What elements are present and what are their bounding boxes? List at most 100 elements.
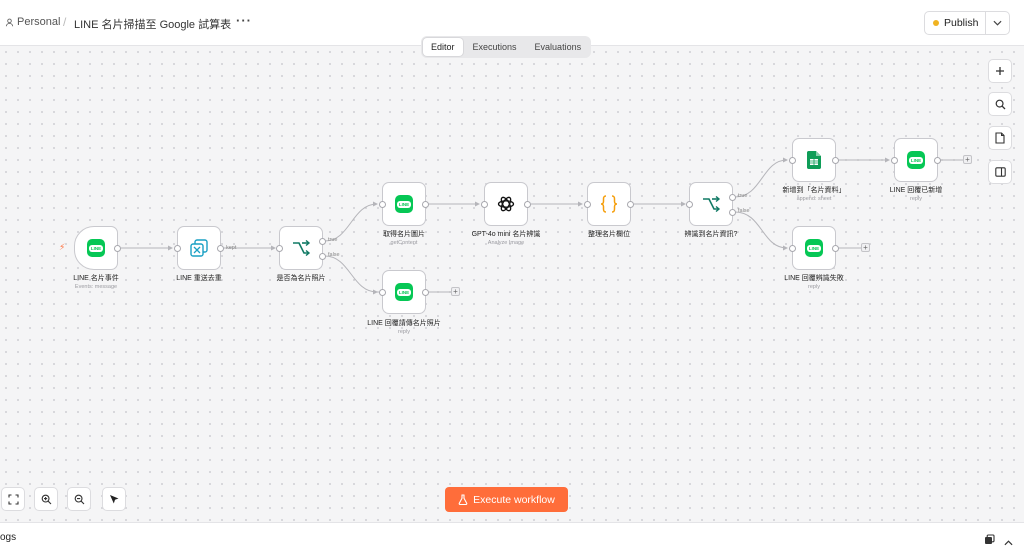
google-sheets-icon — [807, 151, 821, 169]
tidy-up-button[interactable] — [102, 487, 126, 511]
tab-executions[interactable]: Executions — [465, 38, 525, 56]
output-port[interactable] — [934, 157, 941, 164]
port-label-kept: kept — [226, 245, 237, 251]
publish-dropdown-button[interactable] — [986, 11, 1010, 35]
add-node-button[interactable]: + — [861, 243, 870, 252]
node-format[interactable] — [584, 182, 634, 226]
output-port[interactable] — [217, 245, 224, 252]
add-node-button[interactable]: + — [451, 287, 460, 296]
node-reply-failed[interactable]: LINE — [789, 226, 839, 270]
sticky-note-button[interactable] — [988, 126, 1012, 150]
input-port[interactable] — [174, 245, 181, 252]
branch-icon — [293, 240, 311, 256]
output-port[interactable] — [832, 245, 839, 252]
zoom-in-button[interactable] — [34, 487, 58, 511]
logs-label: ogs — [0, 532, 17, 543]
node-is-photo[interactable] — [276, 226, 326, 270]
search-nodes-button[interactable] — [988, 92, 1012, 116]
node-append-sheet[interactable] — [789, 138, 839, 182]
note-icon — [995, 132, 1005, 144]
breadcrumb-personal-label: Personal — [17, 16, 61, 28]
node-label: LINE 回覆請傳名片照片 — [367, 320, 441, 327]
plus-icon — [996, 67, 1004, 75]
line-icon: LINE — [87, 239, 105, 257]
zoom-out-button[interactable] — [67, 487, 91, 511]
publish-status-dot — [933, 20, 939, 26]
line-icon: LINE — [907, 151, 925, 169]
node-label: 是否為名片照片 — [276, 275, 326, 282]
line-icon: LINE — [395, 283, 413, 301]
node-reply-added[interactable]: LINE — [891, 138, 941, 182]
add-node-panel-button[interactable] — [988, 59, 1012, 83]
flask-icon — [458, 494, 468, 505]
node-subtitle: Analyze Image — [487, 240, 525, 246]
logs-expand-button[interactable] — [1004, 533, 1013, 551]
add-node-button[interactable]: + — [963, 155, 972, 164]
port-label-false: false — [738, 208, 750, 214]
workflow-title[interactable]: LINE 名片掃描至 Google 試算表 — [74, 16, 231, 32]
output-port[interactable] — [524, 201, 531, 208]
execute-workflow-label: Execute workflow — [473, 493, 555, 506]
input-port[interactable] — [789, 245, 796, 252]
fit-view-icon — [7, 493, 19, 505]
output-port[interactable] — [422, 201, 429, 208]
zoom-out-icon — [74, 494, 84, 504]
logs-bar[interactable]: ogs — [0, 522, 1024, 551]
dedupe-icon — [190, 239, 208, 257]
output-port-true[interactable] — [729, 194, 736, 201]
line-icon: LINE — [805, 239, 823, 257]
input-port[interactable] — [276, 245, 283, 252]
port-label-false: false — [328, 252, 340, 258]
node-line-event[interactable]: LINE — [74, 226, 121, 270]
input-port[interactable] — [481, 201, 488, 208]
output-port-true[interactable] — [319, 238, 326, 245]
search-icon — [995, 99, 1005, 109]
node-label: 辨識到名片資訊? — [684, 231, 738, 238]
output-port[interactable] — [627, 201, 634, 208]
more-options-button[interactable]: ··· — [236, 13, 252, 28]
logs-popout-button[interactable] — [984, 532, 995, 550]
fit-view-button[interactable] — [1, 487, 25, 511]
line-logo-text: LINE — [88, 244, 104, 252]
node-subtitle: Events: message — [74, 284, 118, 290]
node-dedupe[interactable] — [174, 226, 224, 270]
popout-icon — [985, 534, 995, 544]
input-port[interactable] — [379, 201, 386, 208]
node-gpt[interactable] — [481, 182, 531, 226]
output-port[interactable] — [114, 245, 121, 252]
line-logo-text: LINE — [806, 244, 822, 252]
panel-icon — [994, 167, 1006, 177]
execute-workflow-button[interactable]: Execute workflow — [445, 487, 568, 512]
cursor-icon — [109, 494, 118, 503]
input-port[interactable] — [379, 289, 386, 296]
output-port[interactable] — [832, 157, 839, 164]
breadcrumb-personal[interactable]: Personal — [5, 16, 60, 28]
node-subtitle: reply — [398, 329, 410, 335]
output-port-false[interactable] — [729, 209, 736, 216]
node-get-image[interactable]: LINE — [379, 182, 429, 226]
branch-icon — [703, 196, 721, 212]
tab-editor[interactable]: Editor — [423, 38, 463, 56]
output-port[interactable] — [422, 289, 429, 296]
input-port[interactable] — [686, 201, 693, 208]
node-label: LINE 回覆辨識失敗 — [784, 275, 844, 282]
openai-icon — [497, 196, 515, 212]
zoom-in-icon — [41, 494, 51, 504]
view-tabs: Editor Executions Evaluations — [421, 36, 592, 58]
tab-evaluations[interactable]: Evaluations — [527, 38, 590, 56]
output-port-false[interactable] — [319, 253, 326, 260]
breadcrumb-separator: / — [63, 15, 67, 29]
input-port[interactable] — [891, 157, 898, 164]
line-logo-text: LINE — [908, 156, 924, 164]
node-reply-send-photo[interactable]: LINE — [379, 270, 429, 314]
code-braces-icon — [600, 195, 618, 213]
node-recognized[interactable] — [686, 182, 736, 226]
toggle-panel-button[interactable] — [988, 160, 1012, 184]
publish-button[interactable]: Publish — [924, 11, 986, 35]
input-port[interactable] — [789, 157, 796, 164]
input-port[interactable] — [584, 201, 591, 208]
node-subtitle: reply — [910, 196, 922, 202]
line-icon: LINE — [395, 195, 413, 213]
chevron-down-icon — [993, 20, 1002, 26]
line-logo-text: LINE — [396, 200, 412, 208]
